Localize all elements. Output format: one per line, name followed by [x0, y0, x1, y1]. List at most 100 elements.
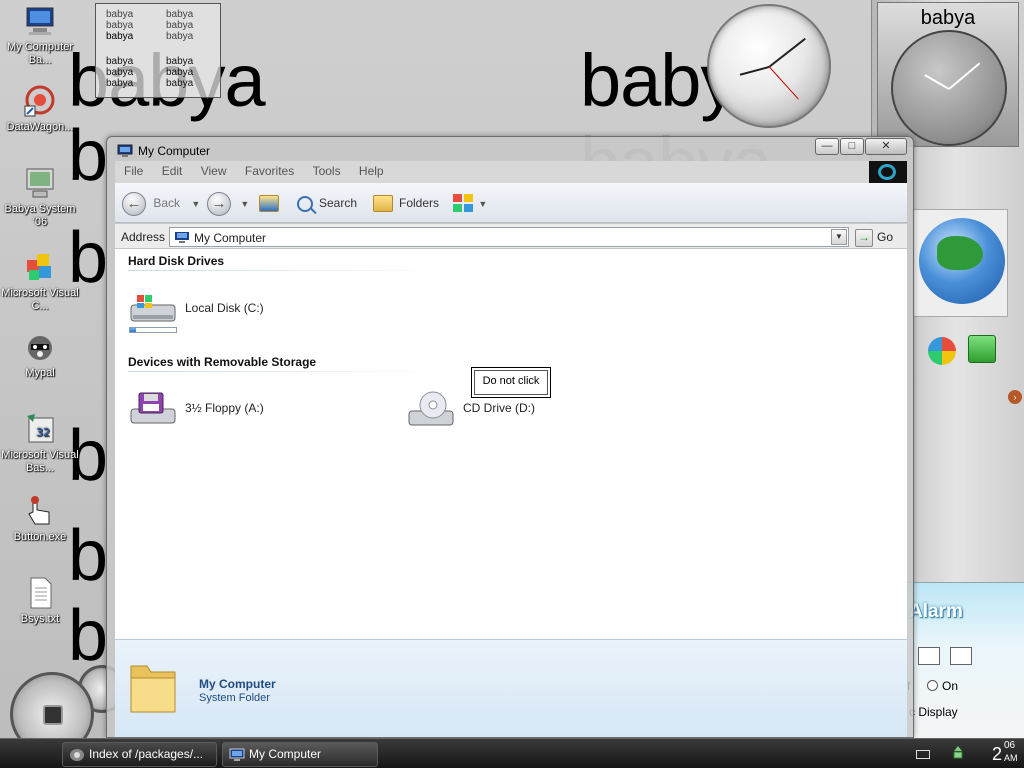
browser-icon — [69, 747, 85, 761]
network-tray-icon[interactable] — [952, 746, 966, 760]
menu-help[interactable]: Help — [350, 161, 390, 178]
alarm-on-label: On — [942, 679, 959, 693]
network-icon[interactable] — [968, 335, 996, 363]
alarm-minute-field[interactable] — [950, 647, 972, 665]
do-not-click-button[interactable]: Do not click — [471, 367, 551, 398]
menu-view[interactable]: View — [192, 161, 233, 178]
note-text: babya — [106, 56, 134, 67]
alarm-on-radio[interactable] — [927, 680, 939, 691]
search-button[interactable]: Search — [297, 191, 357, 215]
folder-icon — [127, 656, 179, 716]
views-icon — [453, 193, 475, 214]
alarm-gadget[interactable]: Alarm f On c Display — [907, 582, 1024, 738]
window-title: My Computer — [138, 144, 211, 158]
drive-floppy-a[interactable]: 3½ Floppy (A:) — [129, 391, 289, 431]
desktop-icon-bsys-txt[interactable]: Bsys.txt — [0, 576, 80, 626]
note-widget[interactable]: babya babya babya babya babya babya baby… — [95, 3, 221, 98]
drive-local-disk-c[interactable]: Local Disk (C:) — [129, 291, 279, 331]
address-input[interactable]: My Computer ▼ — [169, 227, 849, 247]
media-player-icon[interactable] — [928, 337, 956, 365]
drive-label: Local Disk (C:) — [185, 301, 264, 315]
computer-icon — [229, 747, 245, 761]
desktop-icon-mypal[interactable]: Mypal — [0, 330, 80, 380]
desktop-icon-babya-system[interactable]: Babya System '06 — [0, 166, 80, 229]
back-arrow-icon: ← — [122, 191, 146, 216]
desktop-icon-label: My Computer Ba... — [6, 41, 74, 66]
computer-icon — [174, 231, 190, 243]
group-divider — [128, 371, 448, 372]
desktop-icon-datawagon[interactable]: DataWagon... — [0, 84, 80, 134]
up-folder-icon — [259, 195, 279, 213]
views-button[interactable]: ▼ — [453, 191, 487, 215]
gadget-scroll-arrow-icon[interactable]: › — [1008, 390, 1022, 404]
chevron-down-icon: ▼ — [191, 198, 201, 209]
desktop-icon-label: Mypal — [25, 367, 55, 379]
address-dropdown-icon[interactable]: ▼ — [831, 229, 847, 245]
raccoon-icon — [23, 330, 57, 364]
visual-basic-icon: 32 — [23, 412, 57, 446]
title-bar[interactable]: My Computer — □ ✕ — [107, 137, 913, 161]
up-folder-button[interactable] — [259, 191, 285, 215]
desktop-icon-label: Babya System '06 — [4, 203, 76, 228]
menu-edit[interactable]: Edit — [153, 161, 189, 178]
go-arrow-icon: → — [855, 228, 873, 247]
clock-hour-hand — [739, 66, 770, 76]
desktop-icon-visual-basic[interactable]: 32 Microsoft Visual Bas... — [0, 412, 80, 475]
note-text: babya — [166, 9, 194, 20]
analog-clock-gadget[interactable] — [707, 4, 831, 128]
note-text: babya — [166, 31, 194, 42]
note-text: babya — [166, 20, 194, 31]
group-divider — [128, 270, 448, 271]
chevron-down-icon: ▼ — [240, 198, 250, 209]
clock-minute: 06 — [1004, 740, 1016, 751]
details-title: My Computer — [199, 677, 276, 691]
folders-label: Folders — [399, 196, 440, 210]
clock-hour[interactable]: 2 — [992, 744, 1002, 765]
group-header-removable: Devices with Removable Storage — [128, 355, 317, 369]
desktop-icon-label: Microsoft Visual C... — [1, 287, 79, 312]
svg-text:32: 32 — [36, 426, 50, 439]
clock-gadget-title: babya — [920, 7, 976, 29]
desktop-icon-label: Bsys.txt — [20, 613, 60, 625]
taskbar: Index of /packages/... My Computer 2 06 … — [0, 738, 1024, 768]
drive-label: CD Drive (D:) — [463, 401, 535, 415]
address-value: My Computer — [194, 231, 267, 245]
back-button[interactable]: ← Back ▼ — [122, 191, 201, 216]
globe-gadget[interactable] — [912, 209, 1008, 317]
group-header-hard-disks: Hard Disk Drives — [128, 254, 225, 268]
menu-favorites[interactable]: Favorites — [236, 161, 300, 178]
details-pane: My Computer System Folder — [115, 639, 907, 737]
task-label: Index of /packages/... — [89, 747, 204, 761]
folder-icon — [373, 195, 393, 213]
go-label: Go — [877, 230, 894, 244]
back-label: Back — [153, 196, 181, 210]
maximize-button[interactable]: □ — [840, 138, 864, 155]
desktop-icon-button-exe[interactable]: Button.exe — [0, 494, 80, 544]
details-subtitle: System Folder — [199, 692, 270, 704]
folders-button[interactable]: Folders — [373, 191, 439, 215]
alarm-title: Alarm — [909, 601, 963, 622]
menu-tools[interactable]: Tools — [304, 161, 347, 178]
minimize-button[interactable]: — — [815, 138, 839, 155]
drive-label: 3½ Floppy (A:) — [185, 401, 264, 415]
close-button[interactable]: ✕ — [865, 138, 907, 155]
desktop-icon-my-computer[interactable]: My Computer Ba... — [0, 4, 80, 67]
go-button[interactable]: → Go — [855, 227, 905, 247]
menu-file[interactable]: File — [115, 161, 149, 178]
task-button-my-computer[interactable]: My Computer — [222, 742, 378, 767]
computer-icon — [117, 144, 133, 157]
desktop-icon-visual-c[interactable]: Microsoft Visual C... — [0, 250, 80, 313]
forward-button[interactable]: → ▼ — [207, 191, 250, 216]
clock-ampm: AM — [1004, 753, 1018, 763]
alarm-display-label: c Display — [909, 705, 958, 719]
clock-second-hand — [768, 66, 799, 100]
disk-usage-bar — [129, 327, 177, 333]
alarm-hour-field[interactable] — [918, 647, 940, 665]
clock-gadget[interactable]: babya — [877, 2, 1019, 147]
keyboard-icon[interactable] — [916, 750, 930, 759]
task-label: My Computer — [249, 747, 322, 761]
forward-arrow-icon: → — [207, 191, 231, 216]
task-button-index-packages[interactable]: Index of /packages/... — [62, 742, 217, 767]
clock-hour-hand — [924, 74, 950, 90]
globe-icon — [919, 218, 1005, 304]
